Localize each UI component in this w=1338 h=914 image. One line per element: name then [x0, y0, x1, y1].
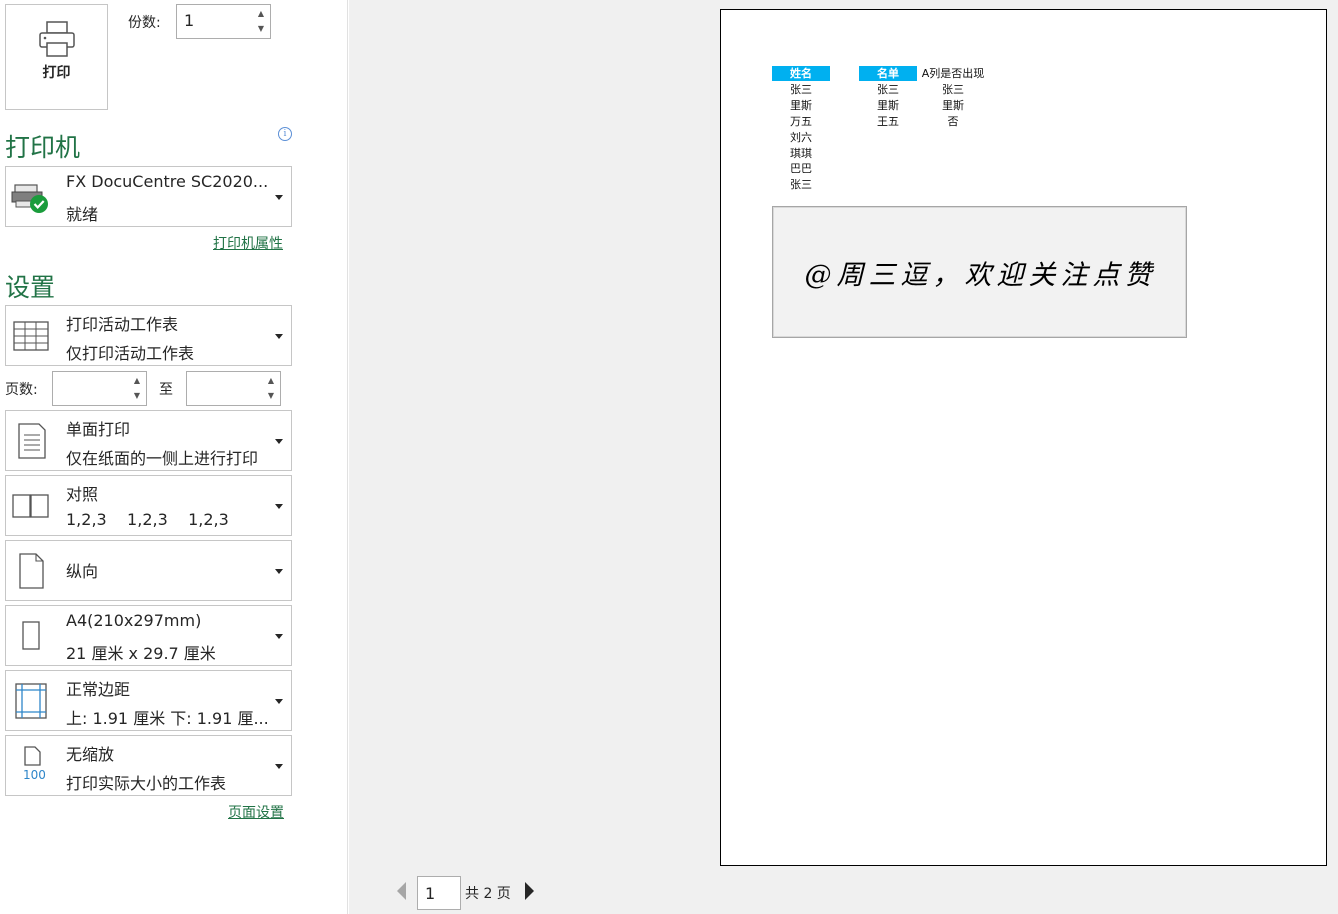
- print-settings-panel: 打印 份数: 1 ▲ ▼ 打印机 i FX DocuCentre SC2020.…: [0, 0, 348, 914]
- no-scaling-icon-text: 100: [23, 768, 46, 782]
- current-page-input[interactable]: 1: [417, 876, 461, 910]
- table-cell: 张三: [790, 178, 812, 191]
- collate-subtitle: 1,2,3 1,2,3 1,2,3: [66, 510, 229, 529]
- orientation-title: 纵向: [66, 562, 99, 581]
- banner-text: @周三逗，欢迎关注点赞: [804, 260, 1157, 291]
- printer-status: 就绪: [66, 205, 99, 224]
- print-button-label: 打印: [42, 65, 71, 81]
- table-cell: 万五: [790, 115, 812, 128]
- print-scope-subtitle: 仅打印活动工作表: [66, 344, 195, 363]
- chevron-down-icon: [275, 195, 283, 200]
- table-cell: 里斯: [877, 99, 899, 112]
- result-column-header: A列是否出现: [921, 67, 985, 80]
- chevron-down-icon: [275, 634, 283, 639]
- print-button[interactable]: 打印: [5, 4, 108, 110]
- printer-icon: [39, 21, 75, 57]
- scaling-subtitle: 打印实际大小的工作表: [66, 774, 227, 793]
- copies-value[interactable]: 1: [184, 11, 194, 30]
- chevron-down-icon: [275, 764, 283, 769]
- chevron-down-icon: [275, 699, 283, 704]
- spin-up-icon[interactable]: ▲: [255, 8, 267, 20]
- spin-up-icon[interactable]: ▲: [131, 375, 143, 387]
- print-preview-area: 姓名 张三 里斯 万五 刘六 琪琪 巴巴 张三 名单 张三 里斯 王五 A列是否…: [349, 0, 1338, 914]
- margins-subtitle: 上: 1.91 厘米 下: 1.91 厘...: [66, 709, 269, 728]
- previous-page-icon[interactable]: [397, 882, 406, 900]
- pages-label: 页数:: [5, 382, 38, 398]
- collate-pages-icon: [12, 494, 49, 518]
- list-column-header: 名单: [859, 66, 917, 81]
- page-from-stepper[interactable]: ▲ ▼: [52, 371, 147, 406]
- orientation-select[interactable]: 纵向: [5, 540, 292, 601]
- collate-title: 对照: [66, 485, 99, 504]
- printer-select[interactable]: FX DocuCentre SC2020... 就绪: [5, 166, 292, 227]
- copies-stepper[interactable]: 1 ▲ ▼: [176, 4, 271, 39]
- table-cell: 否: [947, 115, 959, 128]
- margins-select[interactable]: 正常边距 上: 1.91 厘米 下: 1.91 厘...: [5, 670, 292, 731]
- paper-size-icon: [22, 621, 40, 650]
- print-scope-select[interactable]: 打印活动工作表 仅打印活动工作表: [5, 305, 292, 366]
- spin-down-icon[interactable]: ▼: [265, 390, 277, 402]
- print-sides-select[interactable]: 单面打印 仅在纸面的一侧上进行打印: [5, 410, 292, 471]
- current-page-value[interactable]: 1: [425, 884, 435, 903]
- info-icon[interactable]: i: [278, 127, 292, 141]
- margins-title: 正常边距: [66, 680, 131, 699]
- table-cell: 张三: [877, 83, 899, 96]
- portrait-page-icon: [19, 553, 44, 589]
- next-page-icon[interactable]: [525, 882, 534, 900]
- copies-label: 份数:: [128, 15, 161, 31]
- table-cell: 张三: [942, 83, 964, 96]
- print-sides-subtitle: 仅在纸面的一侧上进行打印: [66, 449, 259, 468]
- print-sides-title: 单面打印: [66, 420, 131, 439]
- no-scaling-icon: 100: [11, 744, 51, 784]
- chevron-down-icon: [275, 569, 283, 574]
- banner-shape: @周三逗，欢迎关注点赞: [772, 206, 1187, 338]
- worksheet-grid-icon: [13, 321, 49, 351]
- table-cell: 里斯: [790, 99, 812, 112]
- printer-section-title: 打印机: [5, 133, 81, 162]
- chevron-down-icon: [275, 334, 283, 339]
- spin-down-icon[interactable]: ▼: [131, 390, 143, 402]
- spin-up-icon[interactable]: ▲: [265, 375, 277, 387]
- preview-page: 姓名 张三 里斯 万五 刘六 琪琪 巴巴 张三 名单 张三 里斯 王五 A列是否…: [720, 9, 1327, 866]
- scaling-title: 无缩放: [66, 745, 115, 764]
- table-cell: 张三: [790, 83, 812, 96]
- table-cell: 琪琪: [790, 147, 812, 160]
- settings-section-title: 设置: [5, 273, 56, 302]
- total-pages-label: 共 2 页: [465, 886, 511, 902]
- single-side-page-icon: [18, 423, 46, 459]
- paper-size-title: A4(210x297mm): [66, 611, 202, 630]
- printer-name: FX DocuCentre SC2020...: [66, 172, 269, 191]
- printer-properties-link[interactable]: 打印机属性: [213, 233, 283, 253]
- paper-size-select[interactable]: A4(210x297mm) 21 厘米 x 29.7 厘米: [5, 605, 292, 666]
- paper-size-subtitle: 21 厘米 x 29.7 厘米: [66, 644, 216, 663]
- name-column-header: 姓名: [772, 66, 830, 81]
- chevron-down-icon: [275, 439, 283, 444]
- collate-select[interactable]: 对照 1,2,3 1,2,3 1,2,3: [5, 475, 292, 536]
- table-cell: 刘六: [790, 131, 812, 144]
- scaling-select[interactable]: 100 无缩放 打印实际大小的工作表: [5, 735, 292, 796]
- margins-icon: [15, 683, 47, 719]
- chevron-down-icon: [275, 504, 283, 509]
- pages-to-label: 至: [159, 382, 173, 398]
- page-to-stepper[interactable]: ▲ ▼: [186, 371, 281, 406]
- spin-down-icon[interactable]: ▼: [255, 23, 267, 35]
- printer-ready-icon: [11, 184, 48, 213]
- page-setup-link[interactable]: 页面设置: [228, 802, 284, 822]
- table-cell: 巴巴: [790, 162, 812, 175]
- page-range-row: 页数: ▲ ▼ 至 ▲ ▼: [5, 371, 292, 407]
- table-cell: 王五: [877, 115, 899, 128]
- table-cell: 里斯: [942, 99, 964, 112]
- print-scope-title: 打印活动工作表: [66, 315, 179, 334]
